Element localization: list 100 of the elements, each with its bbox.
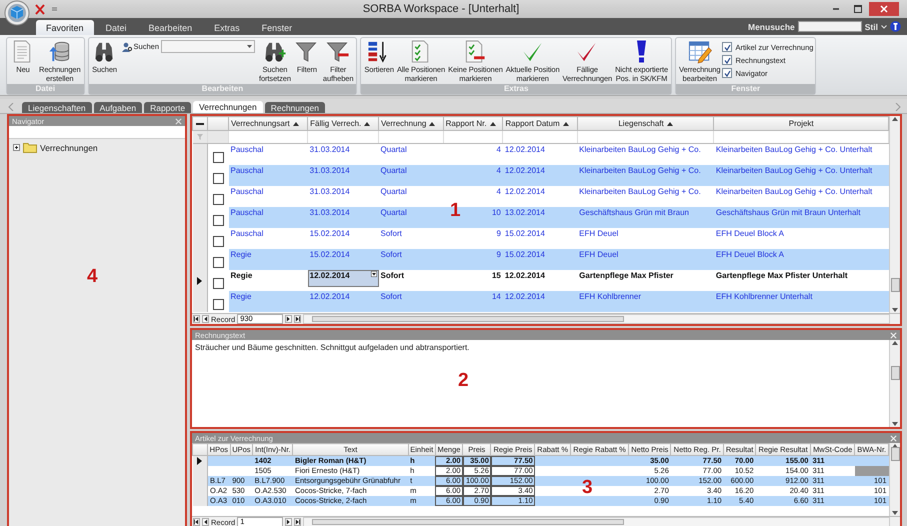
style-menu[interactable]: Stil bbox=[864, 22, 878, 32]
table-cell: Sofort bbox=[380, 250, 402, 259]
column-header[interactable]: Projekt bbox=[714, 116, 888, 130]
previous-record-button[interactable] bbox=[202, 518, 209, 526]
horizontal-scrollbar[interactable] bbox=[303, 517, 890, 526]
table-cell: 15.02.2014 bbox=[504, 229, 545, 238]
filter-field[interactable] bbox=[9, 126, 185, 139]
next-record-button[interactable] bbox=[285, 518, 292, 526]
date-field[interactable]: 12.02.2014 bbox=[308, 270, 379, 287]
row-checkbox[interactable] bbox=[212, 257, 224, 268]
dropdown-icon[interactable] bbox=[370, 271, 377, 277]
expand-icon[interactable] bbox=[13, 144, 20, 151]
ribbon-tab[interactable]: Extras bbox=[204, 20, 250, 35]
scrollbar-thumb[interactable] bbox=[891, 278, 900, 292]
table-cell: Sofort bbox=[380, 271, 404, 280]
search-field[interactable] bbox=[160, 40, 255, 53]
skip-forward-icon bbox=[295, 519, 300, 525]
table-cell: 12.02.2014 bbox=[504, 187, 545, 196]
last-record-button[interactable] bbox=[294, 315, 302, 323]
first-record-button[interactable] bbox=[193, 518, 200, 526]
table-cell: 4 bbox=[496, 187, 501, 196]
row-checkbox[interactable] bbox=[212, 278, 224, 289]
column-header[interactable]: Fällig Verrech. bbox=[308, 116, 379, 130]
tree-item[interactable]: Verrechnungen bbox=[40, 142, 98, 152]
current-row-icon bbox=[197, 457, 202, 465]
invoice-text[interactable]: Sträucher und Bäume geschnitten. Schnittgut aufgeladen und abtransportiert. bbox=[195, 343, 470, 352]
close-icon[interactable] bbox=[890, 434, 897, 442]
table-cell: Sofort bbox=[380, 292, 402, 301]
scrollbar-thumb[interactable] bbox=[891, 446, 900, 461]
caret-icon[interactable] bbox=[881, 24, 887, 28]
arrow-up-icon[interactable] bbox=[892, 340, 898, 346]
arrow-down-icon[interactable] bbox=[892, 510, 898, 516]
vertical-scrollbar[interactable] bbox=[889, 116, 900, 313]
table-cell: Pauschal bbox=[230, 145, 264, 154]
minimize-icon bbox=[833, 8, 839, 10]
skip-forward-icon bbox=[295, 316, 300, 322]
horizontal-scrollbar[interactable] bbox=[303, 314, 890, 324]
column-header[interactable]: Verrechnungsart bbox=[228, 116, 308, 130]
current-row-icon bbox=[197, 276, 202, 284]
table-cell: EFH Deuel Block A bbox=[716, 250, 784, 259]
table-cell: Regie bbox=[230, 250, 252, 259]
table-cell: 12.02.2014 bbox=[504, 166, 545, 175]
row-checkbox[interactable] bbox=[212, 236, 224, 247]
row-checkbox[interactable] bbox=[212, 152, 224, 163]
window-title: SORBA Workspace - [Unterhalt] bbox=[362, 3, 520, 15]
triangle-right-icon bbox=[286, 519, 292, 525]
skip-back-icon bbox=[194, 519, 199, 525]
arrow-down-icon[interactable] bbox=[892, 421, 898, 427]
document-tab[interactable]: Liegenschaften bbox=[22, 102, 92, 113]
ribbon-tab[interactable]: Favoriten bbox=[36, 20, 94, 35]
first-record-button[interactable] bbox=[193, 315, 200, 323]
info-icon[interactable] bbox=[890, 21, 901, 32]
next-record-button[interactable] bbox=[285, 315, 292, 323]
annotation-number: 3 bbox=[582, 477, 593, 499]
group-caption: Extras bbox=[361, 84, 672, 94]
table-cell: Kleinarbeiten BauLog Gehig + Co. bbox=[579, 145, 701, 154]
table-cell: 31.03.2014 bbox=[310, 187, 350, 196]
document-tab[interactable]: Rechnungen bbox=[264, 102, 325, 113]
ribbon-tab[interactable]: Datei bbox=[96, 20, 137, 35]
scrollbar-thumb[interactable] bbox=[891, 366, 900, 380]
table-cell: 31.03.2014 bbox=[310, 166, 350, 175]
arrow-up-icon[interactable] bbox=[892, 116, 898, 122]
table-cell: 9 bbox=[496, 250, 501, 259]
last-record-button[interactable] bbox=[294, 518, 302, 526]
column-header[interactable]: Liegenschaft bbox=[577, 116, 714, 130]
column-header[interactable]: Rapport Datum bbox=[502, 116, 578, 130]
vertical-scrollbar[interactable] bbox=[889, 340, 900, 427]
table-cell: 15.02.2014 bbox=[310, 250, 350, 259]
table-cell: Kleinarbeiten BauLog Gehig + Co. bbox=[579, 166, 701, 175]
document-tab[interactable]: Rapporte bbox=[144, 102, 192, 113]
arrow-down-icon[interactable] bbox=[892, 307, 898, 313]
caret-icon[interactable] bbox=[246, 45, 252, 48]
table-cell: EFH Kohlbrenner Unterhalt bbox=[716, 292, 812, 301]
document-tab[interactable]: Verrechnungen bbox=[193, 101, 263, 113]
menu-search-field[interactable] bbox=[798, 21, 862, 32]
row-checkbox[interactable] bbox=[212, 215, 224, 226]
vertical-scrollbar[interactable] bbox=[889, 443, 900, 516]
table-cell: Kleinarbeiten BauLog Gehig + Co. Unterhalt bbox=[716, 166, 872, 175]
row-checkbox[interactable] bbox=[212, 173, 224, 184]
column-header[interactable]: Rapport Nr. bbox=[443, 116, 503, 130]
table-cell: 15.02.2014 bbox=[504, 250, 545, 259]
table-cell: Gartenpflege Max Pfister bbox=[579, 271, 674, 280]
cross-icon[interactable] bbox=[34, 4, 46, 14]
table-cell: EFH Deuel bbox=[579, 250, 618, 259]
skip-back-icon bbox=[194, 316, 199, 322]
close-button[interactable] bbox=[869, 2, 899, 16]
table-cell: 31.03.2014 bbox=[310, 145, 350, 154]
table-cell: Gartenpflege Max Pfister Unterhalt bbox=[716, 271, 848, 280]
table-cell: Geschäftshaus Grün mit Braun Unterhalt bbox=[716, 208, 860, 217]
table-cell: EFH Deuel bbox=[579, 229, 618, 238]
column-header[interactable]: Verrechnung bbox=[378, 116, 444, 130]
table-cell: Sofort bbox=[380, 229, 402, 238]
ribbon-tab[interactable]: Fenster bbox=[252, 20, 302, 35]
previous-record-button[interactable] bbox=[202, 315, 209, 323]
ribbon-tab[interactable]: Bearbeiten bbox=[138, 20, 202, 35]
row-checkbox[interactable] bbox=[212, 194, 224, 205]
row-checkbox[interactable] bbox=[212, 299, 224, 310]
document-tab[interactable]: Aufgaben bbox=[94, 102, 142, 113]
triangle-right-icon bbox=[286, 316, 292, 322]
close-icon[interactable] bbox=[890, 332, 897, 338]
